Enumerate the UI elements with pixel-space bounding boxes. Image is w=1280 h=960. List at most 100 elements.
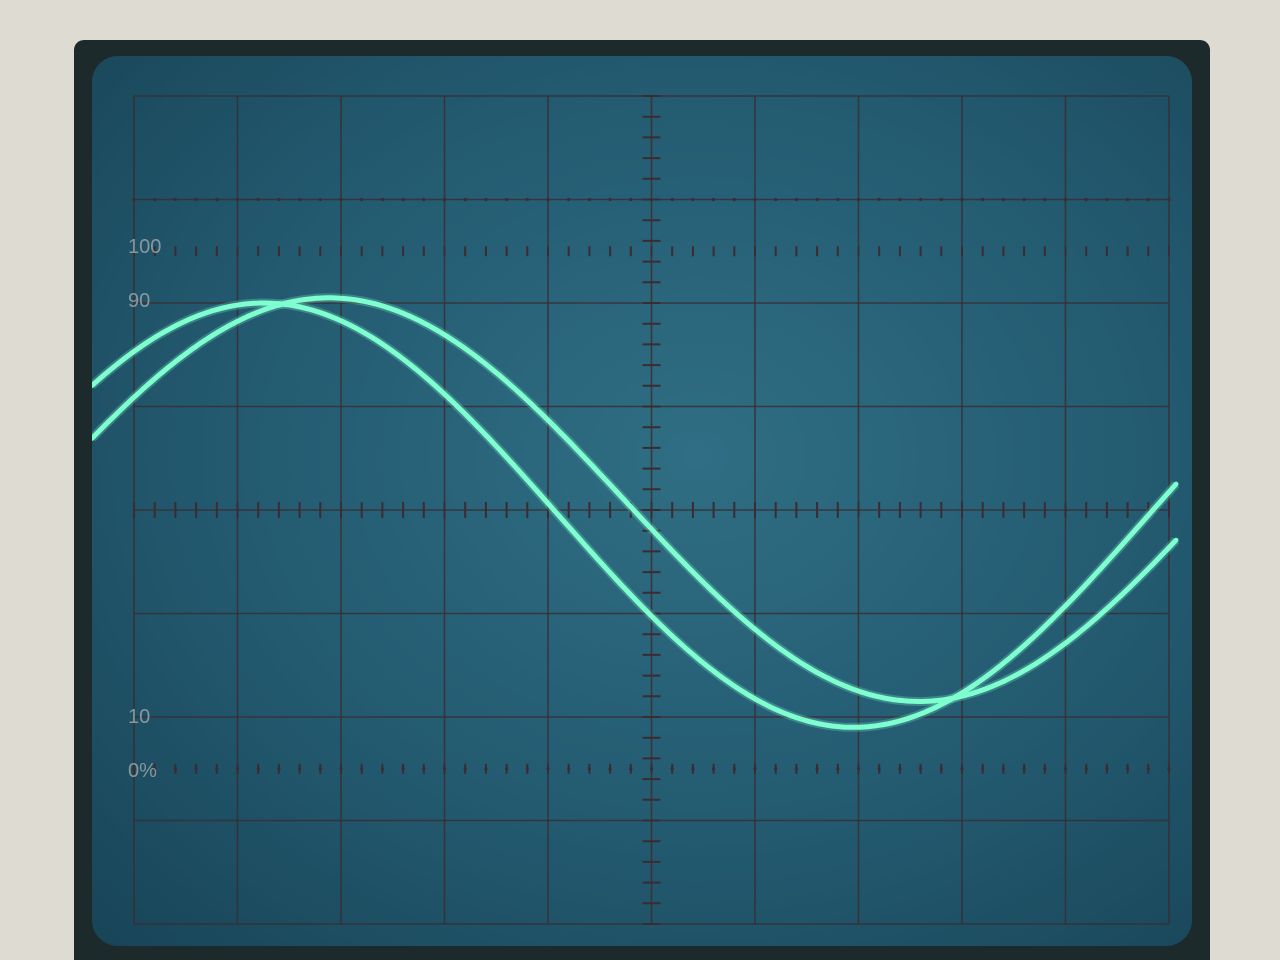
percent-dotted-marker (1146, 767, 1150, 771)
percent-dotted-marker (339, 767, 343, 771)
percent-dotted-marker (732, 197, 736, 202)
percent-dotted-marker (608, 197, 612, 202)
percent-dotted-marker (256, 197, 260, 202)
percent-dotted-marker (318, 767, 322, 771)
graticule-grid (132, 95, 1171, 925)
percent-dotted-marker (380, 767, 384, 771)
percent-dotted-marker (939, 197, 943, 202)
percent-dotted-marker (1105, 197, 1109, 202)
percent-dotted-marker (877, 767, 881, 771)
percent-dotted-marker (836, 767, 840, 771)
percent-dotted-marker (898, 197, 902, 202)
percent-dotted-marker (442, 197, 447, 202)
percent-dotted-marker (587, 767, 591, 771)
percent-dotted-marker (794, 767, 799, 771)
percent-90-label: 90 (128, 290, 151, 312)
percent-dotted-marker (1043, 767, 1047, 771)
percent-dotted-marker (1084, 767, 1088, 771)
percent-dotted-marker (587, 197, 591, 202)
percent-dotted-marker (442, 767, 447, 771)
percent-dotted-marker (670, 767, 674, 771)
percent-dotted-marker (1146, 197, 1150, 202)
percent-dotted-marker (360, 767, 364, 771)
percent-dotted-marker (919, 767, 923, 771)
percent-dotted-marker (712, 197, 716, 202)
percent-dotted-marker (546, 767, 550, 771)
percent-dotted-marker (153, 197, 157, 202)
percent-dotted-marker (463, 197, 467, 202)
percent-dotted-marker (422, 197, 426, 202)
percent-dotted-marker (898, 767, 902, 771)
percent-dotted-marker (173, 197, 177, 202)
percent-dotted-marker (1167, 197, 1171, 202)
percent-dotted-marker (1126, 767, 1130, 771)
percent-dotted-marker (215, 197, 219, 202)
percent-dotted-marker (1022, 197, 1026, 202)
percent-dotted-marker (877, 197, 881, 202)
percent-dotted-marker (1063, 197, 1068, 202)
percent-dotted-marker (960, 767, 964, 771)
percent-dotted-marker (1105, 767, 1109, 771)
percent-dotted-marker (1063, 767, 1068, 771)
percent-dotted-marker (794, 197, 799, 202)
percent-dotted-marker (298, 767, 302, 771)
percent-dotted-marker (567, 197, 571, 202)
trace-2 (92, 295, 1179, 705)
oscilloscope-screen: 100 90 10 0% (92, 56, 1192, 946)
percent-dotted-marker (753, 767, 757, 771)
percent-dotted-marker (774, 767, 778, 771)
percent-dotted-marker (463, 767, 467, 771)
percent-dotted-marker (691, 767, 695, 771)
percent-dotted-marker (401, 197, 405, 202)
percent-dotted-marker (525, 197, 529, 202)
percent-dotted-marker (194, 197, 198, 202)
percent-dotted-marker (173, 767, 177, 771)
percent-dotted-marker (856, 197, 861, 202)
percent-10-label: 10 (128, 706, 151, 728)
percent-dotted-marker (298, 197, 302, 202)
percent-dotted-marker (360, 197, 364, 202)
percent-dotted-marker (649, 197, 654, 202)
percent-dotted-marker (484, 197, 488, 202)
percent-dotted-marker (132, 197, 136, 202)
percent-dotted-marker (484, 767, 488, 771)
percent-dotted-marker (670, 197, 674, 202)
percent-100-label: 100 (128, 236, 162, 258)
percent-dotted-marker (836, 197, 840, 202)
percent-dotted-marker (960, 197, 964, 202)
percent-dotted-marker (277, 767, 281, 771)
percent-dotted-marker (1001, 767, 1006, 771)
percent-dotted-marker (1084, 197, 1088, 202)
percent-0-label: 0% (128, 760, 157, 782)
trace-2-glow (92, 293, 1180, 707)
percent-dotted-marker (732, 767, 736, 771)
graticule-and-traces (92, 95, 1180, 925)
signal-traces (92, 293, 1180, 732)
percent-dotted-marker (339, 197, 343, 202)
percent-dotted-marker (856, 767, 861, 771)
percent-dotted-marker (318, 197, 322, 202)
percent-dotted-marker (277, 197, 281, 202)
percent-dotted-marker (256, 767, 260, 771)
percent-dotted-marker (815, 767, 819, 771)
percent-dotted-marker (753, 197, 757, 202)
percent-dotted-marker (815, 197, 819, 202)
percent-dotted-marker (1043, 197, 1047, 202)
percent-dotted-marker (981, 197, 985, 202)
percent-dotted-marker (401, 767, 405, 771)
percent-dotted-marker (546, 197, 550, 202)
percent-dotted-marker (1001, 197, 1006, 202)
percent-dotted-marker (1022, 767, 1026, 771)
percent-dotted-marker (215, 767, 219, 771)
percent-dotted-marker (235, 767, 240, 771)
percent-dotted-marker (422, 767, 426, 771)
percent-dotted-marker (919, 197, 923, 202)
percent-dotted-marker (712, 767, 716, 771)
percent-dotted-marker (649, 767, 654, 771)
percent-dotted-marker (629, 197, 633, 202)
percent-dotted-marker (1126, 197, 1130, 202)
percent-dotted-marker (505, 197, 509, 202)
percent-dotted-marker (567, 767, 571, 771)
percent-dotted-marker (691, 197, 695, 202)
percent-dotted-marker (1167, 767, 1171, 771)
